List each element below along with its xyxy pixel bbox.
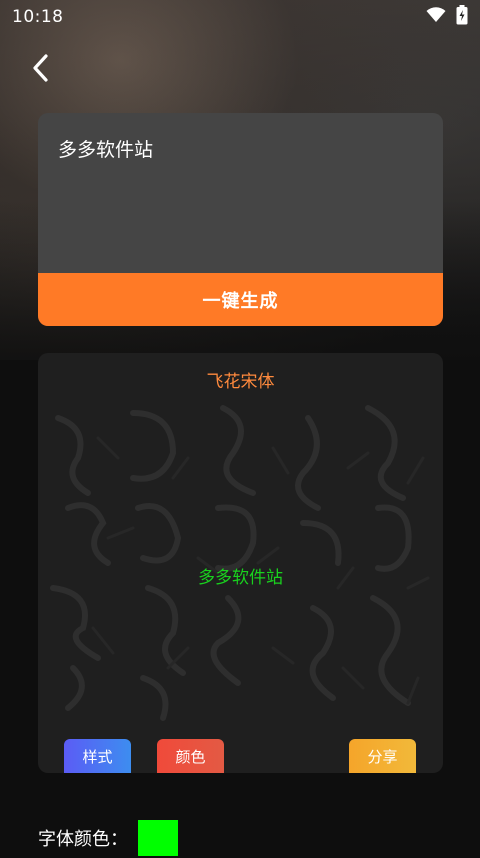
preview-card: 飞花宋体 多多软件站 样式 颜色 分享: [38, 353, 443, 773]
color-button[interactable]: 颜色: [157, 739, 224, 773]
font-name-title[interactable]: 飞花宋体: [38, 367, 443, 392]
text-input-card[interactable]: 多多软件站 一键生成: [38, 113, 443, 326]
status-bar: 10:18: [0, 0, 480, 34]
font-color-row: 字体颜色：: [38, 818, 178, 858]
status-icons: [426, 5, 468, 29]
back-button[interactable]: [22, 52, 58, 88]
generate-button[interactable]: 一键生成: [38, 273, 443, 326]
chevron-left-icon: [30, 53, 50, 87]
share-button[interactable]: 分享: [349, 739, 416, 773]
font-color-swatch[interactable]: [138, 820, 178, 856]
style-button[interactable]: 样式: [64, 739, 131, 773]
status-time: 10:18: [12, 7, 64, 27]
wifi-icon: [426, 7, 446, 27]
font-color-label: 字体颜色：: [38, 829, 128, 850]
input-text[interactable]: 多多软件站: [58, 135, 153, 162]
preview-sample-text: 多多软件站: [198, 568, 283, 588]
battery-charging-icon: [456, 5, 468, 29]
